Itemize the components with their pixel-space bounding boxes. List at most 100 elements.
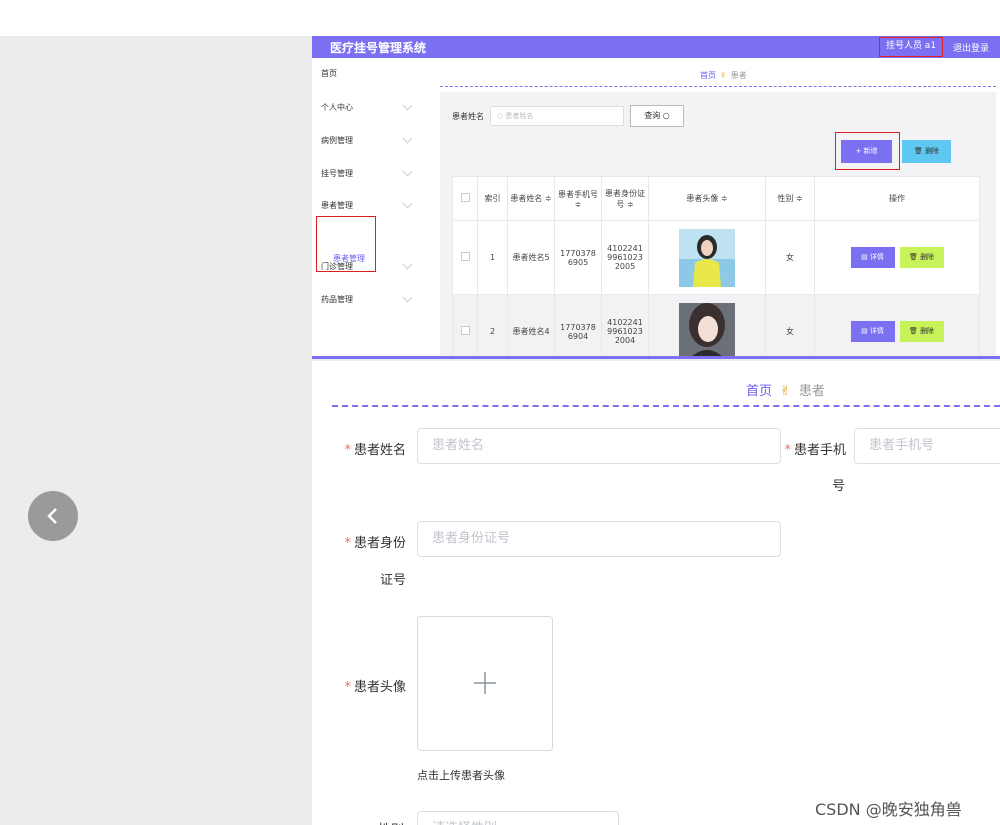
cell-avatar	[648, 294, 766, 358]
patient-table: 索引 患者姓名 ≑ 患者手机号 ≑ 患者身份证号 ≑ 患者头像 ≑ 性别 ≑ 操…	[452, 176, 980, 358]
sidebar-item-patients[interactable]: 患者管理	[321, 200, 353, 211]
chevron-down-icon	[402, 292, 413, 303]
cell-gender: 女	[765, 294, 815, 358]
search-button-label: 查询	[644, 111, 661, 120]
sidebar-item-home[interactable]: 首页	[321, 68, 337, 79]
add-button[interactable]: + 新增	[841, 140, 892, 163]
breadcrumb: 首页 ✌ 患者	[700, 70, 747, 81]
chevron-down-icon	[402, 133, 413, 144]
checkbox[interactable]	[460, 252, 470, 261]
sidebar-item-cases[interactable]: 病例管理	[321, 135, 353, 146]
cell-gender: 女	[765, 220, 815, 295]
batch-delete-label: 删除	[925, 147, 940, 155]
patient-name-input[interactable]: 患者姓名	[417, 428, 781, 464]
app-header: 医疗挂号管理系统 挂号人员 a1 退出登录	[312, 36, 1000, 58]
chevron-down-icon	[402, 100, 413, 111]
patient-list-screenshot: 医疗挂号管理系统 挂号人员 a1 退出登录 首页 个人中心 病例管理 挂号管理 …	[312, 36, 1000, 358]
cell-phone: 17703786904	[554, 294, 602, 358]
table-row: 2 患者姓名4 17703786904 410224199610232004 女…	[452, 294, 980, 358]
row-delete-label: 删除	[920, 253, 935, 261]
patient-avatar-label-text: 患者头像	[353, 680, 406, 695]
avatar-uploader[interactable]	[417, 616, 553, 751]
header-actions: 操作	[814, 176, 980, 221]
row-delete-button[interactable]: 🗑 删除	[899, 247, 944, 268]
required-mark: *	[344, 536, 351, 551]
row-delete-label: 删除	[920, 327, 935, 335]
add-patient-form-screenshot: 首页 ✌ 患者 * 患者姓名 患者姓名 * 患者手机 号 患者手机号 * 患者身份 证号 …	[312, 361, 1000, 825]
cell-name: 患者姓名5	[507, 220, 555, 295]
table-header-row: 索引 患者姓名 ≑ 患者手机号 ≑ 患者身份证号 ≑ 患者头像 ≑ 性别 ≑ 操…	[452, 176, 980, 221]
gender-select[interactable]: 请选择性别	[417, 811, 619, 825]
search-icon: ○	[497, 112, 504, 120]
batch-delete-button[interactable]: 🗑 删除	[902, 140, 951, 163]
sidebar-item-drugs[interactable]: 药品管理	[321, 294, 353, 305]
watermark: CSDN @晚安独角兽	[815, 800, 962, 819]
patient-phone-label: * 患者手机	[782, 439, 846, 458]
header-index: 索引	[477, 176, 508, 221]
header-avatar[interactable]: 患者头像 ≑	[648, 176, 766, 221]
search-name-label: 患者姓名	[452, 112, 484, 121]
breadcrumb-home[interactable]: 首页	[700, 71, 716, 80]
detail-label: 详情	[869, 327, 884, 335]
cell-id-number: 410224199610232004	[601, 294, 649, 358]
document-icon: ▤	[861, 327, 868, 335]
patient-id-label-text: 患者身份	[353, 536, 406, 551]
table-row: 1 患者姓名5 17703786905 410224199610232005 女…	[452, 220, 980, 295]
chevron-up-icon	[402, 198, 413, 209]
cell-index: 2	[477, 294, 508, 358]
search-icon: ○	[662, 111, 670, 120]
required-mark: *	[344, 680, 351, 695]
detail-label: 详情	[869, 253, 884, 261]
document-icon: ▤	[861, 253, 868, 261]
app-title: 医疗挂号管理系统	[330, 41, 427, 55]
dashed-divider	[332, 405, 1000, 407]
dashed-divider	[440, 86, 996, 87]
breadcrumb-current: 患者	[798, 384, 825, 399]
required-mark: *	[344, 443, 351, 458]
previous-image-button[interactable]	[28, 491, 78, 541]
trash-icon: 🗑	[908, 327, 918, 335]
hand-icon: ✌	[780, 384, 791, 399]
row-delete-button[interactable]: 🗑 删除	[899, 321, 944, 342]
checkbox[interactable]	[460, 193, 470, 202]
detail-button[interactable]: ▤ 详情	[850, 321, 895, 342]
current-user-badge[interactable]: 挂号人员 a1	[879, 37, 943, 57]
header-gender[interactable]: 性别 ≑	[765, 176, 815, 221]
detail-button[interactable]: ▤ 详情	[850, 247, 895, 268]
sidebar-item-registration[interactable]: 挂号管理	[321, 168, 353, 179]
breadcrumb-home[interactable]: 首页	[746, 384, 772, 399]
patient-phone-label-text: 患者手机	[793, 443, 846, 458]
screenshot-divider	[312, 356, 1000, 359]
header-phone[interactable]: 患者手机号 ≑	[554, 176, 602, 221]
breadcrumb-current: 患者	[730, 71, 747, 80]
patient-id-label-wrap: 证号	[379, 573, 406, 588]
cell-phone: 17703786905	[554, 220, 602, 295]
hand-icon: ✌	[720, 71, 727, 80]
row-select[interactable]	[452, 220, 478, 295]
search-placeholder: 患者姓名	[505, 112, 534, 120]
checkbox[interactable]	[460, 326, 470, 335]
header-name[interactable]: 患者姓名 ≑	[507, 176, 555, 221]
search-button[interactable]: 查询 ○	[630, 105, 684, 127]
breadcrumb: 首页 ✌ 患者	[746, 380, 825, 399]
upload-hint: 点击上传患者头像	[417, 769, 505, 782]
row-select[interactable]	[452, 294, 478, 358]
header-id-number[interactable]: 患者身份证号 ≑	[601, 176, 649, 221]
patient-phone-input[interactable]: 患者手机号	[854, 428, 1000, 464]
patient-avatar-image	[679, 228, 735, 287]
patient-name-label: * 患者姓名	[342, 439, 406, 458]
patient-phone-label-wrap: 号	[831, 479, 845, 494]
sidebar-item-profile[interactable]: 个人中心	[321, 102, 353, 113]
logout-link[interactable]: 退出登录	[953, 41, 989, 54]
cell-actions: ▤ 详情 🗑 删除	[814, 294, 980, 358]
patient-id-input[interactable]: 患者身份证号	[417, 521, 781, 557]
cell-avatar	[648, 220, 766, 295]
sidebar: 首页 个人中心 病例管理 挂号管理 患者管理 患者管理 门诊管理 药品管理	[312, 58, 426, 358]
required-mark: *	[784, 443, 791, 458]
cell-id-number: 410224199610232005	[601, 220, 649, 295]
trash-icon: 🗑	[913, 147, 923, 155]
header-select-all[interactable]	[452, 176, 478, 221]
search-input[interactable]: ○ 患者姓名	[490, 106, 624, 126]
patient-id-label: * 患者身份	[342, 532, 406, 551]
sidebar-item-clinic[interactable]: 门诊管理	[321, 261, 353, 272]
